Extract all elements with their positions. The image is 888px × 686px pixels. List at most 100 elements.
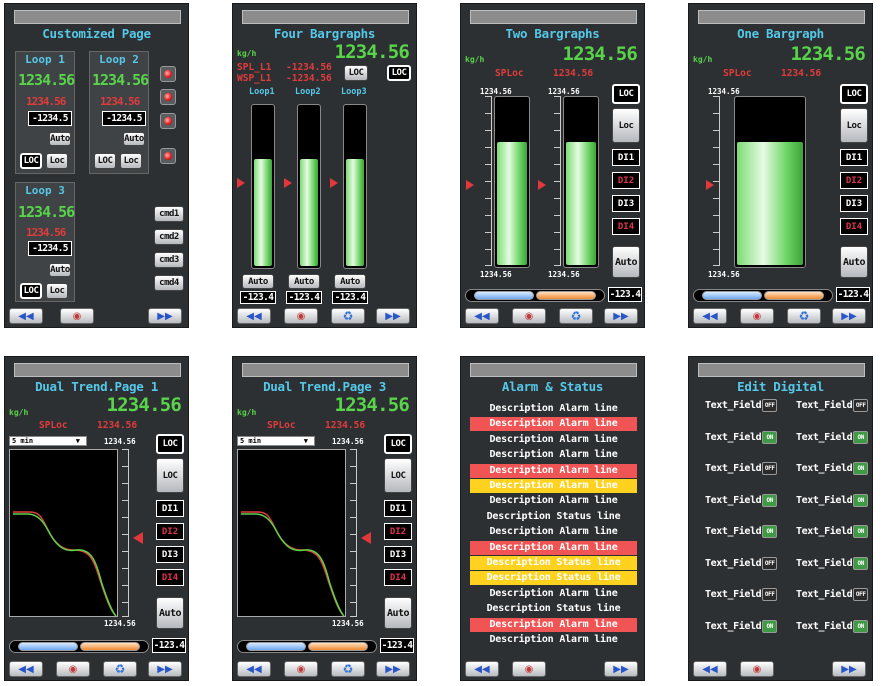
- auto-button[interactable]: Auto: [384, 597, 412, 629]
- auto-button[interactable]: Auto: [840, 246, 868, 278]
- loop1-auto-button[interactable]: Auto: [49, 132, 71, 146]
- nav-last-button[interactable]: ▶▶: [148, 308, 182, 324]
- loc-local-button[interactable]: Loc: [612, 108, 640, 143]
- nav-last-button[interactable]: ▶▶: [832, 661, 866, 677]
- alarm-row[interactable]: Description Alarm line: [470, 417, 637, 432]
- cmd3-button[interactable]: cmd3: [154, 252, 184, 268]
- alarm-row[interactable]: Description Alarm line: [470, 587, 637, 601]
- nav-recycle-button[interactable]: ♻: [331, 661, 365, 677]
- nav-first-button[interactable]: ◀◀: [465, 661, 499, 677]
- loop2-auto-button[interactable]: Auto: [288, 274, 320, 289]
- alarm-row[interactable]: Description Alarm line: [470, 448, 637, 462]
- nav-first-button[interactable]: ◀◀: [237, 308, 271, 324]
- loc-remote-button[interactable]: LOC: [384, 434, 412, 454]
- loop3-output[interactable]: -123.4: [332, 291, 368, 304]
- loc-remote-button[interactable]: LOC: [387, 65, 411, 81]
- toggle-switch[interactable]: OFF: [762, 588, 778, 601]
- nav-home-button[interactable]: ◉: [740, 308, 774, 324]
- loop3-loc-button[interactable]: LOC: [20, 283, 42, 299]
- loop2-output[interactable]: -123.4: [286, 291, 322, 304]
- loc-remote-button[interactable]: LOC: [612, 84, 640, 104]
- nav-last-button[interactable]: ▶▶: [604, 661, 638, 677]
- toggle-switch[interactable]: OFF: [762, 399, 778, 412]
- alarm-row[interactable]: Description Status line: [470, 510, 637, 524]
- nav-recycle-button[interactable]: ♻: [787, 308, 821, 324]
- loop1-auto-button[interactable]: Auto: [242, 274, 274, 289]
- alarm-row[interactable]: Description Status line: [470, 556, 637, 570]
- nav-first-button[interactable]: ◀◀: [9, 661, 43, 677]
- loc-button[interactable]: LOC: [344, 65, 368, 81]
- toggle-switch[interactable]: ON: [762, 525, 778, 538]
- alarm-row[interactable]: Description Alarm line: [470, 525, 637, 539]
- loop1-loc-local-button[interactable]: Loc: [46, 153, 68, 169]
- nav-recycle-button[interactable]: ♻: [559, 308, 593, 324]
- nav-last-button[interactable]: ▶▶: [376, 661, 410, 677]
- nav-first-button[interactable]: ◀◀: [9, 308, 43, 324]
- loc-local-button[interactable]: LOC: [384, 458, 412, 493]
- alarm-row[interactable]: Description Alarm line: [470, 617, 637, 632]
- nav-recycle-button[interactable]: ♻: [103, 661, 137, 677]
- loc-local-button[interactable]: Loc: [840, 108, 868, 143]
- alarm-row[interactable]: Description Status line: [470, 571, 637, 586]
- toggle-switch[interactable]: ON: [762, 493, 778, 507]
- cmd2-button[interactable]: cmd2: [154, 229, 184, 245]
- nav-home-button[interactable]: ◉: [512, 661, 546, 677]
- cmd1-button[interactable]: cmd1: [154, 206, 184, 222]
- toggle-switch[interactable]: ON: [853, 493, 869, 507]
- nav-home-button[interactable]: ◉: [284, 661, 318, 677]
- toggle-switch[interactable]: ON: [762, 430, 778, 444]
- loop2-loc-button[interactable]: LOC: [94, 153, 116, 169]
- toggle-switch[interactable]: ON: [853, 556, 869, 570]
- loop3-auto-button[interactable]: Auto: [49, 263, 71, 277]
- alarm-row[interactable]: Description Alarm line: [470, 402, 637, 416]
- toggle-switch[interactable]: OFF: [762, 462, 778, 475]
- toggle-switch[interactable]: ON: [853, 430, 869, 444]
- output-value[interactable]: -123.4: [380, 638, 414, 653]
- toggle-switch[interactable]: ON: [762, 619, 778, 633]
- output-slider[interactable]: [693, 289, 833, 302]
- alarm-row[interactable]: Description Alarm line: [470, 494, 637, 508]
- alarm-row[interactable]: Description Alarm line: [470, 633, 637, 647]
- nav-home-button[interactable]: ◉: [56, 661, 90, 677]
- alarm-row[interactable]: Description Alarm line: [470, 433, 637, 447]
- loop1-output[interactable]: -123.4: [240, 291, 276, 304]
- cmd4-button[interactable]: cmd4: [154, 275, 184, 291]
- loop2-loc-local-button[interactable]: Loc: [120, 153, 142, 169]
- toggle-switch[interactable]: ON: [853, 462, 869, 475]
- nav-first-button[interactable]: ◀◀: [693, 308, 727, 324]
- timespan-dropdown[interactable]: 5 min ▼: [9, 436, 87, 446]
- nav-recycle-button[interactable]: ♻: [331, 308, 365, 324]
- nav-home-button[interactable]: ◉: [60, 308, 94, 324]
- loop3-output[interactable]: -1234.5: [28, 241, 72, 256]
- alarm-row[interactable]: Description Alarm line: [470, 463, 637, 478]
- alarm-row[interactable]: Description Status line: [470, 602, 637, 616]
- output-value[interactable]: -123.4: [152, 638, 186, 653]
- nav-last-button[interactable]: ▶▶: [604, 308, 638, 324]
- toggle-switch[interactable]: ON: [853, 619, 869, 633]
- loc-remote-button[interactable]: LOC: [840, 84, 868, 104]
- nav-last-button[interactable]: ▶▶: [148, 661, 182, 677]
- output-value[interactable]: -123.4: [608, 287, 642, 302]
- output-value[interactable]: -123.4: [836, 287, 870, 302]
- nav-first-button[interactable]: ◀◀: [465, 308, 499, 324]
- nav-last-button[interactable]: ▶▶: [376, 308, 410, 324]
- auto-button[interactable]: Auto: [156, 597, 184, 629]
- toggle-switch[interactable]: OFF: [853, 588, 869, 601]
- auto-button[interactable]: Auto: [612, 246, 640, 278]
- nav-last-button[interactable]: ▶▶: [832, 308, 866, 324]
- nav-home-button[interactable]: ◉: [740, 661, 774, 677]
- output-slider[interactable]: [237, 640, 377, 653]
- loop2-output[interactable]: -1234.5: [102, 111, 146, 126]
- output-slider[interactable]: [9, 640, 149, 653]
- timespan-dropdown[interactable]: 5 min ▼: [237, 436, 315, 446]
- loc-local-button[interactable]: LOC: [156, 458, 184, 493]
- alarm-row[interactable]: Description Alarm line: [470, 479, 637, 493]
- loc-remote-button[interactable]: LOC: [156, 434, 184, 454]
- nav-home-button[interactable]: ◉: [284, 308, 318, 324]
- loop1-output[interactable]: -1234.5: [28, 111, 72, 126]
- loop3-loc-local-button[interactable]: Loc: [46, 283, 68, 299]
- loop3-auto-button[interactable]: Auto: [334, 274, 366, 289]
- toggle-switch[interactable]: OFF: [762, 556, 778, 570]
- toggle-switch[interactable]: ON: [853, 525, 869, 538]
- loop1-loc-button[interactable]: LOC: [20, 153, 42, 169]
